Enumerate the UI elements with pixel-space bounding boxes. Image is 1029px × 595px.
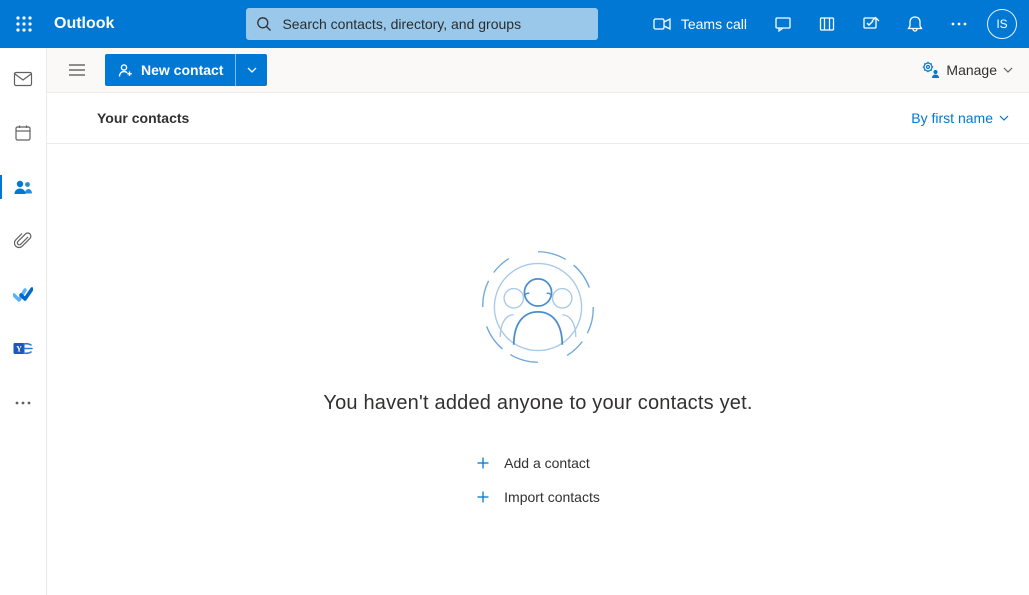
import-contacts-label: Import contacts [504, 489, 600, 505]
hamburger-button[interactable] [61, 54, 93, 86]
planner-icon [818, 15, 836, 33]
planner-button[interactable] [805, 0, 849, 48]
empty-state: You haven't added anyone to your contact… [47, 144, 1029, 595]
search-icon [256, 16, 272, 32]
chevron-down-icon [999, 115, 1009, 121]
todo-icon [13, 287, 33, 303]
rail-more[interactable] [0, 388, 47, 418]
app-name[interactable]: Outlook [48, 15, 114, 33]
add-contact-icon [117, 62, 133, 78]
more-icon [15, 401, 31, 405]
video-icon [653, 17, 671, 31]
whatsnew-button[interactable] [849, 0, 893, 48]
chat-icon [774, 15, 792, 33]
sort-label: By first name [911, 110, 993, 126]
search-placeholder: Search contacts, directory, and groups [282, 16, 521, 32]
command-bar: New contact Manage [47, 48, 1029, 92]
section-header: Your contacts By first name [47, 92, 1029, 144]
add-contact-label: Add a contact [504, 455, 590, 471]
chevron-down-icon [1003, 67, 1013, 73]
sort-button[interactable]: By first name [911, 110, 1009, 126]
hamburger-icon [69, 64, 85, 76]
rail-files[interactable] [0, 226, 47, 256]
empty-headline: You haven't added anyone to your contact… [323, 392, 752, 415]
import-contacts-link[interactable]: Import contacts [476, 489, 600, 505]
new-contact-button[interactable]: New contact [105, 54, 235, 86]
more-icon [951, 22, 967, 26]
main-area: New contact Manage Your contacts By firs… [47, 48, 1029, 595]
search-box[interactable]: Search contacts, directory, and groups [246, 8, 598, 40]
rail-people[interactable] [0, 172, 47, 202]
app-header: Outlook Search contacts, directory, and … [0, 0, 1029, 48]
plus-icon [476, 490, 490, 504]
app-launcher-button[interactable] [0, 0, 48, 48]
new-contact-label: New contact [141, 62, 223, 78]
notifications-button[interactable] [893, 0, 937, 48]
empty-illustration [475, 244, 601, 370]
chat-button[interactable] [761, 0, 805, 48]
teams-call-button[interactable]: Teams call [639, 0, 761, 48]
chevron-down-icon [247, 67, 257, 73]
bell-icon [907, 15, 923, 33]
more-header-button[interactable] [937, 0, 981, 48]
new-contact-split-button[interactable] [235, 54, 267, 86]
plus-icon [476, 456, 490, 470]
svg-text:Y: Y [16, 345, 22, 354]
manage-label: Manage [946, 62, 997, 78]
rail-todo[interactable] [0, 280, 47, 310]
avatar-initials: IS [996, 17, 1007, 31]
yammer-icon: Y [13, 339, 33, 359]
account-avatar[interactable]: IS [987, 9, 1017, 39]
paperclip-icon [14, 231, 32, 251]
mail-icon [13, 71, 33, 87]
gear-person-icon [922, 61, 940, 79]
rail-mail[interactable] [0, 64, 47, 94]
teams-call-label: Teams call [681, 16, 747, 32]
people-icon [12, 178, 34, 196]
waffle-icon [16, 16, 32, 32]
rail-calendar[interactable] [0, 118, 47, 148]
rail-yammer[interactable]: Y [0, 334, 47, 364]
lightbulb-icon [862, 15, 880, 33]
add-contact-link[interactable]: Add a contact [476, 455, 600, 471]
section-title: Your contacts [97, 110, 189, 126]
calendar-icon [14, 124, 32, 142]
app-rail: Y [0, 48, 47, 595]
manage-button[interactable]: Manage [922, 61, 1013, 79]
